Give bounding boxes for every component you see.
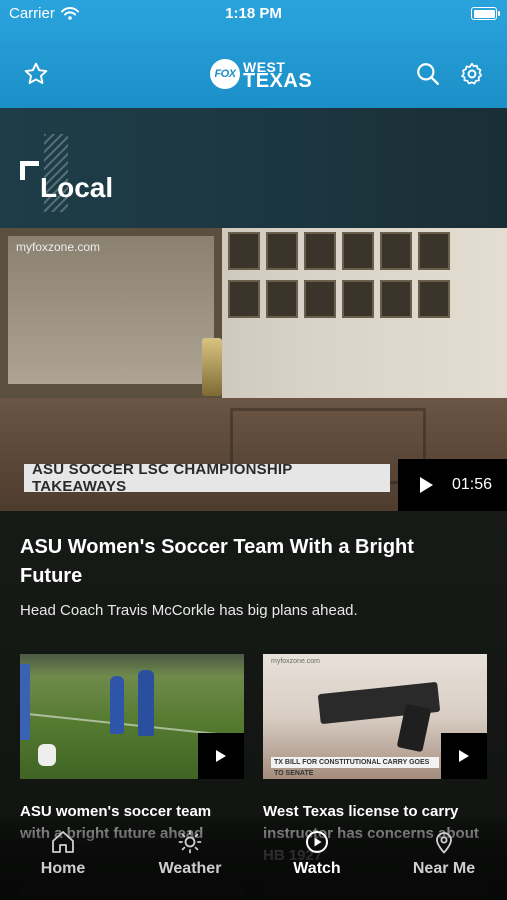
star-icon (24, 62, 48, 84)
tab-watch[interactable]: Watch (254, 830, 380, 878)
card-chyron: TX BILL FOR CONSTITUTIONAL CARRY GOES TO… (271, 757, 439, 777)
gear-icon (461, 62, 483, 85)
hero-video[interactable]: myfoxzone.com ASU SOCCER LSC CHAMPIONSHI… (0, 228, 507, 511)
logo-line2: TEXAS (243, 70, 313, 92)
tab-label: Watch (293, 860, 341, 877)
fox-badge: FOX (210, 59, 240, 89)
banner-corner-mark (20, 161, 39, 180)
status-time: 1:18 PM (225, 5, 282, 22)
play-icon (216, 750, 226, 762)
status-bar: Carrier 1:18 PM (0, 0, 507, 28)
hero-watermark: myfoxzone.com (16, 240, 101, 254)
hero-dek: Head Coach Travis McCorkle has big plans… (20, 602, 358, 619)
tab-label: Near Me (412, 860, 476, 877)
hero-headline[interactable]: ASU Women's Soccer Team With a Bright Fu… (20, 533, 460, 591)
card-play-button[interactable] (441, 733, 487, 779)
photo-frames (226, 230, 470, 324)
sun-icon (178, 830, 202, 854)
tab-near-me[interactable]: Near Me (381, 830, 507, 878)
search-button[interactable] (412, 58, 444, 90)
tab-weather[interactable]: Weather (127, 830, 253, 878)
tab-label: Weather (158, 860, 222, 877)
tab-home[interactable]: Home (0, 830, 126, 878)
section-title: Local (40, 172, 114, 203)
hero-play-button[interactable]: 01:56 (398, 459, 507, 511)
home-icon (52, 831, 74, 853)
video-duration: 01:56 (452, 476, 493, 493)
play-icon (459, 750, 469, 762)
map-pin-icon (436, 832, 452, 854)
settings-button[interactable] (456, 58, 488, 90)
brand-logo[interactable]: FOX WEST TEXAS (210, 56, 312, 92)
card-thumbnail[interactable]: myfoxzone.com TX BILL FOR CONSTITUTIONAL… (263, 654, 487, 779)
display-cabinet (0, 228, 222, 404)
card-watermark: myfoxzone.com (271, 658, 321, 665)
video-card[interactable]: ASU women's soccer team with a bright fu… (20, 654, 244, 845)
section-banner: Local (0, 108, 507, 228)
play-circle-icon (306, 831, 328, 853)
favorite-button[interactable] (20, 58, 52, 90)
trophy (202, 338, 222, 396)
card-play-button[interactable] (198, 733, 244, 779)
hero-lower-third: ASU SOCCER LSC CHAMPIONSHIP TAKEAWAYS (24, 461, 390, 495)
tab-label: Home (40, 860, 86, 877)
play-icon (420, 477, 433, 493)
app-header: Carrier 1:18 PM FOX WEST TEXAS (0, 0, 507, 108)
battery-icon (471, 7, 500, 20)
search-icon (417, 63, 439, 85)
card-thumbnail[interactable] (20, 654, 244, 779)
tab-bar: Home Weather Watch Near Me (0, 820, 507, 900)
